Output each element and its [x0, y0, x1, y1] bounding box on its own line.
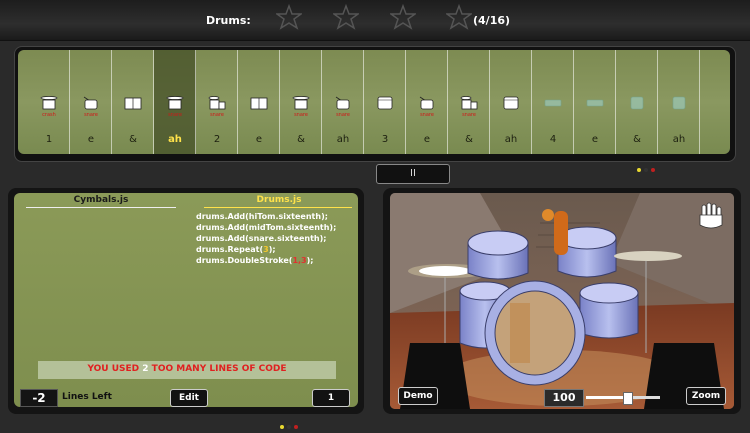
beat-count-label: ah	[168, 134, 182, 145]
beat-cell[interactable]: snare 2	[196, 50, 238, 154]
tom-pair-icon	[250, 94, 268, 110]
beat-instrument-label: snare	[168, 112, 182, 118]
tempo-display: 100	[544, 389, 584, 407]
beat-cell[interactable]: e	[574, 50, 616, 154]
beat-cell[interactable]: &	[616, 50, 658, 154]
lines-left-label: Lines Left	[62, 392, 112, 402]
pause-button[interactable]: II	[376, 164, 450, 184]
hihat-faded-icon	[586, 94, 604, 110]
beat-count-label: e	[255, 134, 263, 145]
beat-cell[interactable]: 3	[364, 50, 406, 154]
beat-count-label: ah	[672, 134, 686, 145]
star-icon	[388, 3, 418, 30]
page-dot	[651, 168, 655, 172]
code-page-dots	[280, 414, 301, 429]
page-button[interactable]: 1	[312, 389, 350, 407]
level-progress: (4/16)	[473, 14, 511, 27]
beat-instrument-label: snare	[210, 112, 224, 118]
beat-instrument-label: snare	[420, 112, 434, 118]
beat-cell[interactable]: snare ah	[154, 50, 196, 154]
page-dot	[637, 168, 641, 172]
snare-drum-icon	[418, 94, 436, 110]
beat-count-label: ah	[504, 134, 518, 145]
cymbal-drum-icon	[166, 94, 184, 110]
beat-sequencer: crash 1 snare e & snare ah snare 2 e snare & snare ah…	[18, 50, 730, 154]
beat-cell[interactable]: crash 1	[28, 50, 70, 154]
snare-drum-icon	[82, 94, 100, 110]
beat-count-label: e	[87, 134, 95, 145]
floor-tom-icon	[502, 94, 520, 110]
beat-cell[interactable]: &	[112, 50, 154, 154]
demo-button[interactable]: Demo	[398, 387, 438, 405]
level-title: Drums:	[206, 14, 251, 27]
cymbal-tom-icon	[208, 94, 226, 110]
page-dot	[280, 425, 284, 429]
hihat-faded-icon	[544, 94, 562, 110]
page-dot	[287, 425, 291, 429]
code-line: drums.DoubleStroke(1,3);	[196, 256, 314, 265]
beat-cell[interactable]: ah	[658, 50, 700, 154]
tempo-slider-handle[interactable]	[622, 392, 633, 405]
beat-count-label: &	[465, 134, 473, 145]
drum-stage-view[interactable]: Demo Zoom	[390, 193, 734, 409]
code-line: drums.Add(midTom.sixteenth);	[196, 223, 337, 232]
page-dot	[294, 425, 298, 429]
error-message: YOU USED 2 TOO MANY LINES OF CODE	[87, 364, 287, 374]
hand-icon	[699, 202, 723, 229]
edit-button[interactable]: Edit	[170, 389, 208, 407]
tom-faded-icon	[670, 94, 688, 110]
floor-tom-icon	[376, 94, 394, 110]
code-line: drums.Repeat(3);	[196, 245, 276, 254]
code-line: drums.Add(snare.sixteenth);	[196, 234, 327, 243]
beat-cell[interactable]: 4	[532, 50, 574, 154]
zoom-button[interactable]: Zoom	[686, 387, 726, 405]
beat-count-label: e	[591, 134, 599, 145]
top-bar: Drums: (4/16)	[0, 0, 750, 41]
beat-count-label: ah	[336, 134, 350, 145]
star-icon	[444, 3, 474, 30]
tab-underline	[26, 207, 176, 208]
beat-count-label: &	[129, 134, 137, 145]
beat-instrument-label: crash	[42, 112, 56, 118]
page-dot	[644, 168, 648, 172]
beat-count-label: 4	[549, 134, 557, 145]
sequencer-page-dots	[637, 157, 658, 172]
beat-cell[interactable]: e	[238, 50, 280, 154]
snare-drum-icon	[334, 94, 352, 110]
star-icon	[331, 3, 361, 30]
tab-cymbals[interactable]: Cymbals.js	[26, 195, 176, 205]
beat-count-label: e	[423, 134, 431, 145]
beat-count-label: 3	[381, 134, 389, 145]
cymbal-tom-icon	[460, 94, 478, 110]
cymbal-drum-icon	[292, 94, 310, 110]
beat-count-label: 1	[45, 134, 53, 145]
beat-cell[interactable]: snare ah	[322, 50, 364, 154]
tom-pair-icon	[124, 94, 142, 110]
code-argument: 1,3	[292, 256, 307, 265]
beat-count-label: &	[633, 134, 641, 145]
cymbal-drum-icon	[40, 94, 58, 110]
beat-cell[interactable]: snare &	[280, 50, 322, 154]
code-line: drums.Add(hiTom.sixteenth);	[196, 212, 328, 221]
tab-underline-active	[204, 207, 352, 208]
code-editor[interactable]: drums.Add(hiTom.sixteenth); drums.Add(mi…	[196, 211, 336, 266]
beat-instrument-label: snare	[84, 112, 98, 118]
lines-left-counter: -2	[20, 389, 58, 407]
beat-instrument-label: snare	[336, 112, 350, 118]
tom-faded-icon	[628, 94, 646, 110]
beat-instrument-label: snare	[294, 112, 308, 118]
beat-cell[interactable]: snare &	[448, 50, 490, 154]
tab-drums[interactable]: Drums.js	[204, 195, 354, 205]
beat-count-label: 2	[213, 134, 221, 145]
code-panel: Cymbals.js Drums.js drums.Add(hiTom.sixt…	[14, 193, 358, 407]
beat-cell[interactable]: ah	[490, 50, 532, 154]
star-icon	[274, 3, 304, 30]
beat-cell[interactable]: snare e	[406, 50, 448, 154]
beat-instrument-label: snare	[462, 112, 476, 118]
beat-count-label: &	[297, 134, 305, 145]
drum-kit-scene	[390, 193, 734, 409]
tempo-slider-fill	[586, 396, 627, 399]
beat-cell[interactable]: snare e	[70, 50, 112, 154]
